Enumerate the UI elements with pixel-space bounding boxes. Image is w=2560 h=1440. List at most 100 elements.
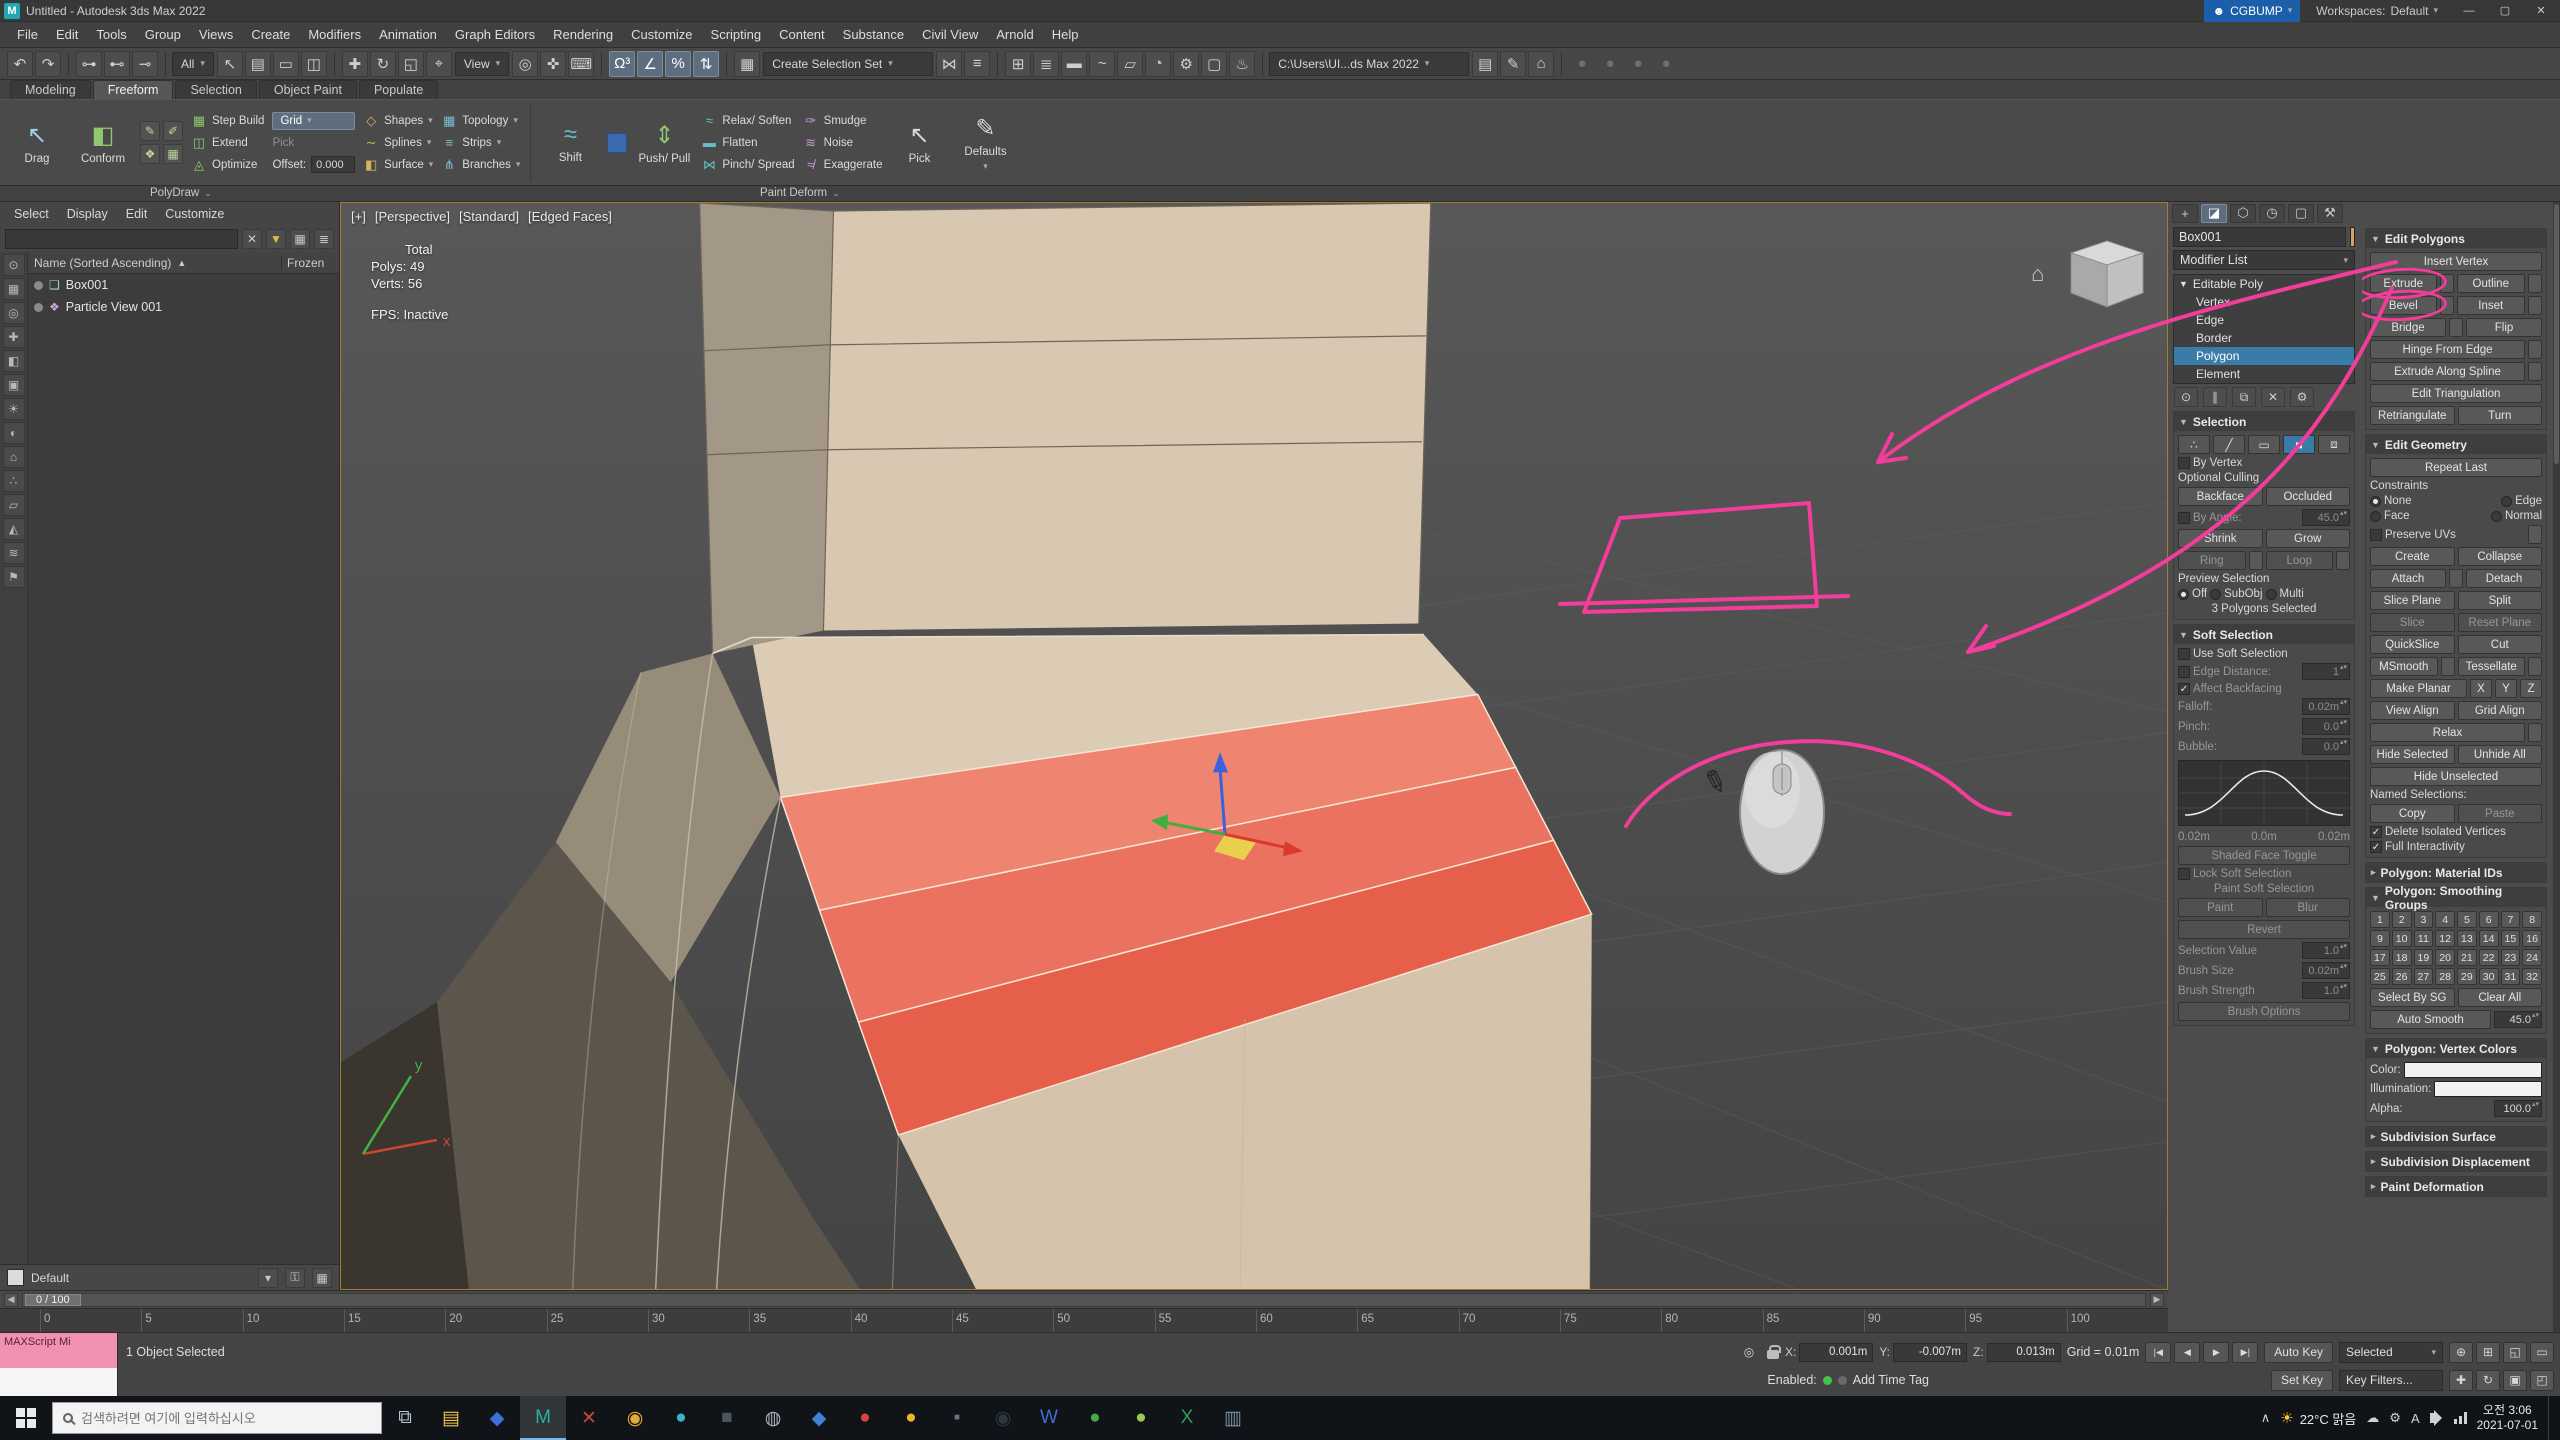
redo-icon[interactable]: ↷ <box>35 51 61 77</box>
paste-button[interactable]: Paste <box>2458 804 2543 823</box>
listener-row[interactable] <box>0 1368 117 1397</box>
select-and-manipulate-icon[interactable]: ✜ <box>540 51 566 77</box>
collapsed-rollout-header[interactable]: ▸Subdivision Displacement <box>2366 1152 2546 1171</box>
motion-tab-icon[interactable]: ◷ <box>2259 204 2285 223</box>
taskbar-app-icon[interactable]: ◍ <box>750 1396 796 1440</box>
paint-color-swatch[interactable] <box>607 133 627 153</box>
collapsed-rollout-header[interactable]: ▸Paint Deformation <box>2366 1177 2546 1196</box>
grid-dropdown[interactable]: Grid▾ <box>272 112 355 130</box>
explorer-filter-icon[interactable]: ▦ <box>3 278 25 300</box>
taskbar-clock[interactable]: 오전 3:062021-07-01 <box>2477 1403 2538 1433</box>
turn-button[interactable]: Turn <box>2458 406 2543 425</box>
minimize-button[interactable]: — <box>2454 0 2484 22</box>
vertex-colors-rollout-header[interactable]: ▼Polygon: Vertex Colors <box>2366 1039 2546 1058</box>
strips-button[interactable]: ≡Strips▾ <box>441 134 520 152</box>
extrude-button[interactable]: Extrude <box>2370 274 2437 293</box>
stack-subobject-polygon[interactable]: Polygon <box>2174 347 2354 365</box>
ime-indicator[interactable]: A <box>2411 1411 2420 1426</box>
command-panel-scrollbar[interactable] <box>2553 202 2560 1332</box>
unlink-selection-icon[interactable]: ⊷ <box>104 51 130 77</box>
planar-z-button[interactable]: Z <box>2520 679 2542 698</box>
previous-frame-icon[interactable]: ◀ <box>2174 1342 2200 1363</box>
smoothing-group-button[interactable]: 3 <box>2414 911 2434 928</box>
enabled-green-indicator[interactable] <box>1823 1376 1832 1385</box>
explorer-menu-item[interactable]: Display <box>59 207 116 221</box>
network-icon[interactable] <box>2454 1412 2467 1424</box>
slice-button[interactable]: Slice <box>2370 613 2455 632</box>
curve-editor-icon[interactable]: ~ <box>1089 51 1115 77</box>
element-subobject-icon[interactable]: ⧈ <box>2318 435 2350 454</box>
smoothing-group-button[interactable]: 22 <box>2479 949 2499 966</box>
menu-item[interactable]: Create <box>242 27 299 42</box>
track-bar[interactable]: 0510152025303540455055606570758085909510… <box>0 1308 2168 1332</box>
explorer-search-input[interactable] <box>5 229 238 249</box>
pan-icon[interactable]: ✚ <box>2449 1370 2473 1391</box>
selection-lock-icon[interactable] <box>1767 1350 1779 1359</box>
menu-item[interactable]: Content <box>770 27 834 42</box>
taskbar-app-icon[interactable]: ✕ <box>566 1396 612 1440</box>
cloud-tray-icon[interactable]: ☁ <box>2366 1410 2379 1426</box>
edit-polygons-rollout-header[interactable]: ▼Edit Polygons <box>2366 229 2546 248</box>
smoothing-group-button[interactable]: 21 <box>2457 949 2477 966</box>
smoothing-group-button[interactable]: 6 <box>2479 911 2499 928</box>
ring-spinner[interactable] <box>2249 551 2263 570</box>
msmooth-button[interactable]: MSmooth <box>2370 657 2438 676</box>
taskbar-search-box[interactable] <box>52 1402 382 1434</box>
explorer-filter-icon[interactable]: ∴ <box>3 470 25 492</box>
extrude-settings-button[interactable] <box>2440 274 2454 293</box>
affect-backfacing-checkbox[interactable]: ✓ <box>2178 683 2190 695</box>
frozen-column-header[interactable]: Frozen <box>281 256 339 270</box>
asset-folder-icon[interactable]: ▤ <box>1472 51 1498 77</box>
smoothing-group-button[interactable]: 26 <box>2392 968 2412 985</box>
use-soft-selection-checkbox[interactable] <box>2178 648 2190 660</box>
tab-selection[interactable]: Selection <box>175 80 256 99</box>
keyboard-override-icon[interactable]: ⌨ <box>568 51 594 77</box>
object-name-field[interactable] <box>2173 227 2346 247</box>
grid-icon[interactable]: ▦ <box>312 1268 332 1288</box>
rendered-frame-icon[interactable]: ▢ <box>1201 51 1227 77</box>
select-and-place-icon[interactable]: ⌖ <box>426 51 452 77</box>
smoothing-group-button[interactable]: 29 <box>2457 968 2477 985</box>
falloff-spinner[interactable]: 0.02m <box>2302 698 2350 715</box>
smoothing-group-button[interactable]: 20 <box>2435 949 2455 966</box>
taskbar-file-explorer-icon[interactable]: ▤ <box>428 1396 474 1440</box>
remove-modifier-icon[interactable]: ✕ <box>2261 387 2285 407</box>
menu-item[interactable]: Graph Editors <box>446 27 544 42</box>
menu-item[interactable]: File <box>8 27 47 42</box>
tab-populate[interactable]: Populate <box>359 80 438 99</box>
create-button[interactable]: Create <box>2370 547 2455 566</box>
drag-button[interactable]: ↖Drag <box>8 104 66 181</box>
view-align-button[interactable]: View Align <box>2370 701 2455 720</box>
inset-button[interactable]: Inset <box>2457 296 2526 315</box>
material-editor-icon[interactable]: ◔ <box>1145 51 1171 77</box>
smoothing-group-button[interactable]: 4 <box>2435 911 2455 928</box>
by-angle-checkbox[interactable] <box>2178 512 2190 524</box>
polygon-subobject-icon[interactable]: ■ <box>2283 435 2315 454</box>
configure-modifier-sets-icon[interactable]: ⚙ <box>2290 387 2314 407</box>
inset-settings-button[interactable] <box>2528 296 2542 315</box>
tessellate-settings-button[interactable] <box>2528 657 2542 676</box>
start-button[interactable] <box>0 1396 52 1440</box>
selection-value-spinner[interactable]: 1.0 <box>2302 942 2350 959</box>
paint-deform-footer-label[interactable]: Paint Deform⌄ <box>760 187 840 199</box>
bind-to-space-warp-icon[interactable]: ⊸ <box>132 51 158 77</box>
taskbar-3ds-max-icon[interactable]: M <box>520 1396 566 1440</box>
menu-item[interactable]: Group <box>136 27 190 42</box>
polydraw-footer-label[interactable]: PolyDraw⌄ <box>150 187 212 199</box>
lock-icon[interactable]: ⚿ <box>285 1268 305 1288</box>
maxscript-mini-listener[interactable]: MAXScript Mi <box>0 1333 118 1397</box>
smoothing-group-button[interactable]: 19 <box>2414 949 2434 966</box>
pick-deform-button[interactable]: ↖Pick <box>890 104 948 181</box>
close-button[interactable]: ✕ <box>2526 0 2556 22</box>
quickslice-button[interactable]: QuickSlice <box>2370 635 2455 654</box>
cut-button[interactable]: Cut <box>2458 635 2543 654</box>
viewport-general-menu[interactable]: [+] <box>351 209 366 224</box>
full-interactivity-checkbox[interactable]: ✓ <box>2370 841 2382 853</box>
repeat-last-button[interactable]: Repeat Last <box>2370 458 2542 477</box>
preview-off-radio[interactable] <box>2178 589 2189 600</box>
zoom-all-icon[interactable]: ⊞ <box>2476 1342 2500 1363</box>
align-icon[interactable]: ≡ <box>964 51 990 77</box>
menu-item[interactable]: Civil View <box>913 27 987 42</box>
bridge-settings-button[interactable] <box>2449 318 2463 337</box>
select-by-sg-button[interactable]: Select By SG <box>2370 988 2455 1007</box>
